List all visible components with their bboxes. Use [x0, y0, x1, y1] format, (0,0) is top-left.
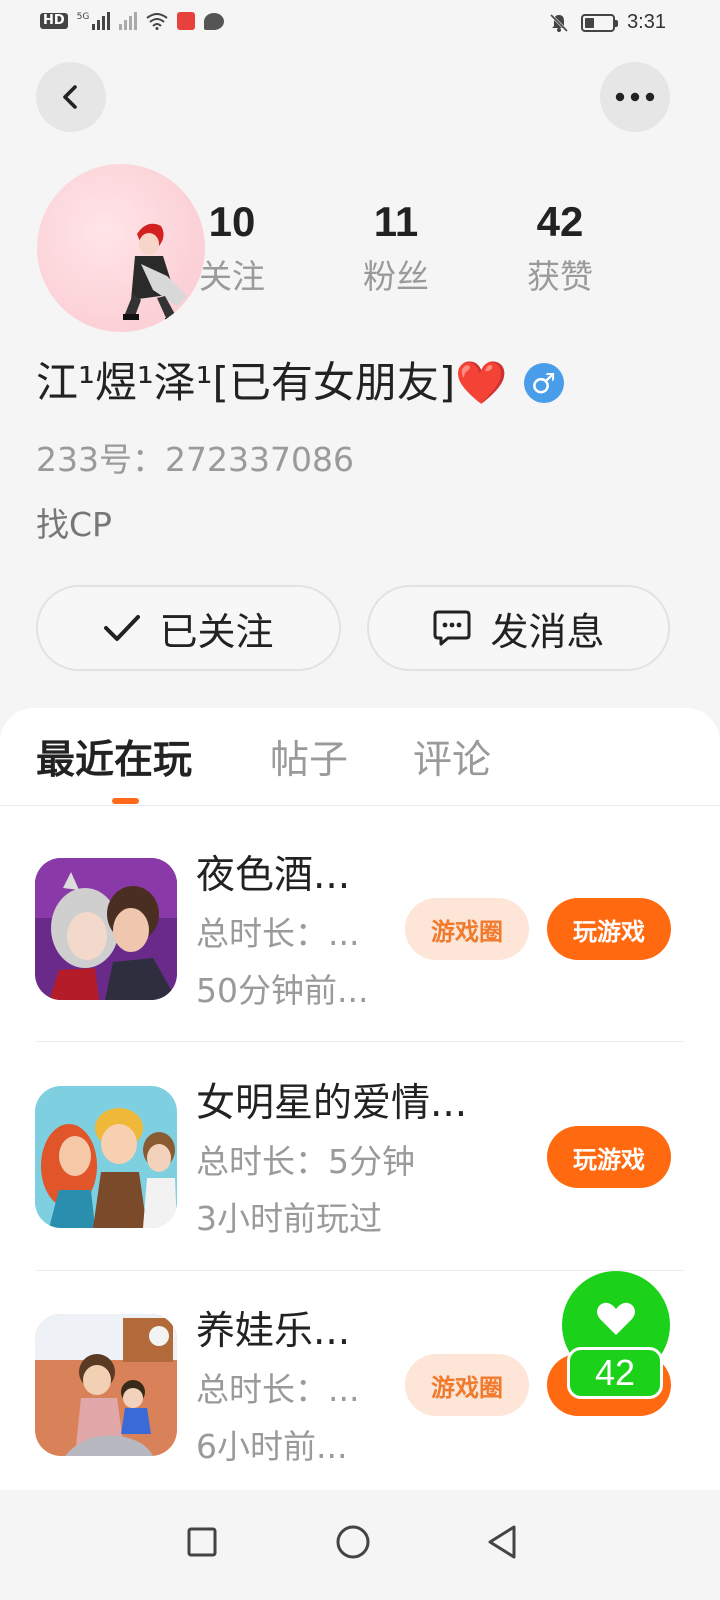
- status-bar: HD 5G 3:31: [0, 0, 720, 50]
- signal-icon: [92, 12, 111, 30]
- nickname: 江¹煜¹泽¹[已有女朋友]❤️: [36, 358, 508, 407]
- followed-button[interactable]: 已关注: [36, 585, 341, 671]
- tab-comments[interactable]: 评论: [413, 736, 491, 786]
- game-duration: 总时长：5分钟: [196, 1142, 415, 1181]
- send-message-button[interactable]: 发消息: [367, 585, 670, 671]
- status-left: HD 5G: [40, 12, 225, 30]
- battery-icon: [581, 13, 619, 32]
- nav-back-icon: [488, 1525, 516, 1559]
- wifi-icon: [146, 13, 168, 30]
- stat-followers[interactable]: 11 粉丝: [336, 195, 456, 299]
- game-name: 女明星的爱情...: [196, 1081, 468, 1126]
- heart-icon: [597, 1302, 635, 1335]
- likes-label: 获赞: [527, 257, 593, 296]
- likes-count: 42: [536, 198, 584, 245]
- game-icon: [35, 1314, 177, 1456]
- bell-muted-icon: [550, 13, 569, 32]
- game-name: 养娃乐...: [196, 1309, 351, 1354]
- following-label: 关注: [199, 257, 265, 296]
- stat-likes[interactable]: 42 获赞: [500, 195, 620, 299]
- status-right: 3:31: [549, 11, 666, 34]
- play-game-button[interactable]: 玩游戏: [547, 1126, 671, 1188]
- game-name: 夜色酒...: [196, 853, 351, 898]
- tab-recently-played[interactable]: 最近在玩: [36, 736, 192, 786]
- gender-male-icon: ♂: [523, 363, 564, 403]
- game-icon: [35, 858, 177, 1000]
- followers-count: 11: [373, 198, 419, 245]
- battery-fill: [585, 17, 595, 28]
- game-icon-image: [35, 1314, 177, 1456]
- home-icon: [336, 1525, 370, 1559]
- tab-indicator: [112, 798, 139, 804]
- recents-button[interactable]: [172, 1512, 232, 1572]
- following-count: 10: [208, 198, 256, 245]
- home-button[interactable]: [323, 1512, 383, 1572]
- bio: 找CP: [36, 505, 112, 544]
- game-circle-button[interactable]: 游戏圈: [405, 898, 529, 960]
- more-icon: [615, 92, 655, 102]
- followers-label: 粉丝: [363, 257, 429, 296]
- signal-icon-secondary: [119, 12, 138, 30]
- game-icon: [35, 1086, 177, 1228]
- game-row[interactable]: 夜色酒... 总时长：... 50分钟前... 游戏圈 玩游戏: [0, 853, 720, 1088]
- chat-icon: [433, 610, 471, 646]
- check-icon: [104, 615, 141, 641]
- system-nav-bar: [0, 1490, 720, 1600]
- nav-back-button[interactable]: [472, 1512, 532, 1572]
- message-notification-icon: [204, 12, 225, 30]
- game-last-played: 3小时前玩过: [196, 1199, 382, 1238]
- game-duration: 总时长：...: [196, 1370, 360, 1409]
- back-icon: [63, 85, 77, 109]
- game-last-played: 50分钟前...: [196, 971, 369, 1010]
- game-last-played: 6小时前...: [196, 1427, 348, 1466]
- game-duration: 总时长：...: [196, 914, 360, 953]
- row-divider: [36, 1041, 684, 1042]
- clock: 3:31: [627, 11, 666, 33]
- row-divider: [36, 1270, 684, 1271]
- app-notification-icon: [177, 12, 196, 30]
- game-circle-button[interactable]: 游戏圈: [405, 1354, 529, 1416]
- user-id: 233号：272337086: [36, 440, 354, 479]
- stat-following[interactable]: 10 关注: [172, 195, 292, 299]
- send-message-label: 发消息: [490, 609, 605, 654]
- floating-like-count: 42: [567, 1347, 663, 1399]
- tab-posts[interactable]: 帖子: [270, 736, 348, 786]
- game-icon-image: [35, 858, 177, 1000]
- nickname-row: 江¹煜¹泽¹[已有女朋友]❤️ ♂: [36, 353, 564, 413]
- play-game-button[interactable]: 玩游戏: [547, 898, 671, 960]
- hd-indicator: HD: [40, 13, 68, 29]
- followed-label: 已关注: [159, 609, 274, 654]
- more-options-button[interactable]: [600, 62, 670, 132]
- recents-icon: [187, 1527, 217, 1557]
- back-button[interactable]: [36, 62, 106, 132]
- network-type: 5G: [76, 12, 90, 22]
- game-icon-image: [35, 1086, 177, 1228]
- tabs-divider: [0, 805, 720, 806]
